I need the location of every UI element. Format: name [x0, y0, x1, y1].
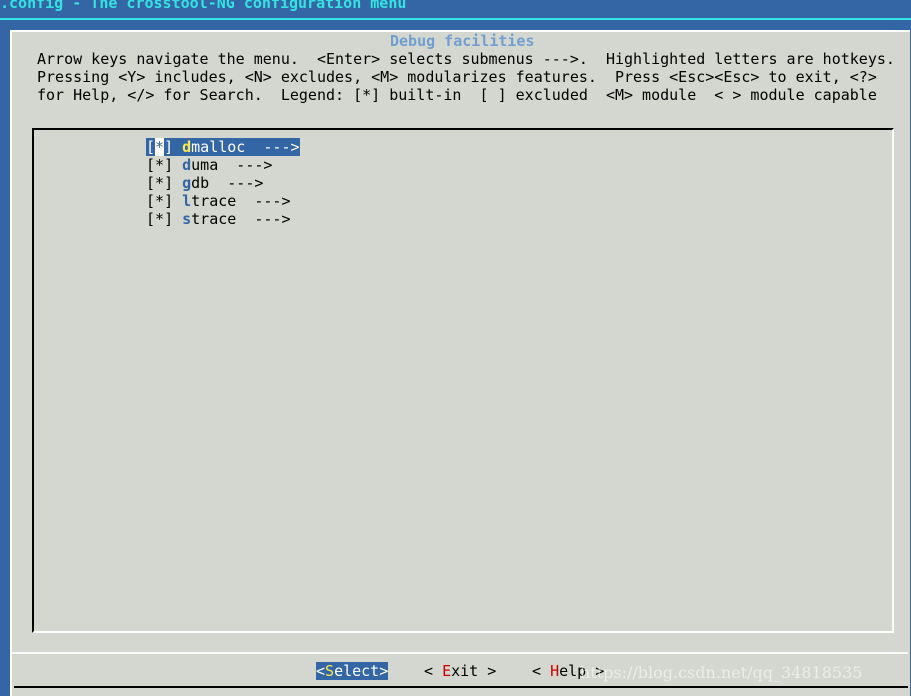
watermark: https://blog.csdn.net/qq_34818535: [580, 663, 863, 682]
select-button-rest: elect>: [334, 662, 389, 680]
menu-item-gdb[interactable]: [*] g db --->: [146, 174, 263, 192]
checkbox-open: [: [146, 156, 156, 174]
menu-item-label: db: [191, 174, 210, 192]
exit-button-rest: xit >: [451, 662, 497, 680]
help-text: Arrow keys navigate the menu. <Enter> se…: [37, 50, 895, 104]
menu-list: [*] d malloc ---> [*] d uma ---> [*] g db -…: [32, 128, 894, 633]
menu-item-duma[interactable]: [*] d uma --->: [146, 156, 272, 174]
hotkey-letter: s: [182, 210, 192, 228]
select-button[interactable]: <Select>: [316, 662, 389, 680]
select-hotkey: S: [325, 662, 335, 680]
dialog-bottom-border: [14, 686, 908, 688]
exit-button[interactable]: < Exit >: [424, 662, 496, 680]
submenu-arrow: --->: [236, 210, 291, 228]
hotkey-letter: g: [182, 174, 192, 192]
submenu-arrow: --->: [236, 192, 291, 210]
menu-item-label: uma: [191, 156, 219, 174]
checkbox-close: ]: [164, 138, 183, 156]
select-button-open: <: [316, 662, 326, 680]
checkbox-close: ]: [164, 174, 183, 192]
help-line-3: for Help, </> for Search. Legend: [*] bu…: [37, 86, 877, 104]
menu-item-ltrace[interactable]: [*] l trace --->: [146, 192, 291, 210]
hotkey-letter: l: [182, 192, 192, 210]
menu-item-label: trace: [191, 192, 237, 210]
help-hotkey: H: [550, 662, 560, 680]
exit-button-open: <: [424, 662, 443, 680]
title-underline: [0, 18, 911, 20]
dialog-debug-facilities: Debug facilities Arrow keys navigate the…: [10, 30, 910, 696]
checkbox-mark[interactable]: *: [155, 210, 164, 228]
help-line-2: Pressing <Y> includes, <N> excludes, <M>…: [37, 68, 877, 86]
help-button-open: <: [532, 662, 551, 680]
hotkey-letter: d: [182, 138, 192, 156]
exit-hotkey: E: [442, 662, 452, 680]
checkbox-close: ]: [164, 156, 183, 174]
checkbox-mark[interactable]: *: [155, 156, 164, 174]
checkbox-open: [: [146, 192, 156, 210]
checkbox-mark[interactable]: *: [155, 174, 164, 192]
menu-item-strace[interactable]: [*] s trace --->: [146, 210, 291, 228]
menu-item-dmalloc[interactable]: [*] d malloc --->: [146, 138, 300, 156]
checkbox-open: [: [146, 138, 156, 156]
submenu-arrow: --->: [245, 138, 300, 156]
dialog-title: Debug facilities: [388, 32, 537, 50]
checkbox-open: [: [146, 210, 156, 228]
button-separator: [12, 652, 908, 654]
checkbox-mark[interactable]: *: [155, 192, 164, 210]
checkbox-mark[interactable]: *: [155, 138, 165, 156]
window-title: .config - The crosstool-NG configuration…: [0, 0, 407, 12]
menu-item-label: trace: [191, 210, 237, 228]
submenu-arrow: --->: [218, 156, 273, 174]
help-line-1: Arrow keys navigate the menu. <Enter> se…: [37, 50, 895, 68]
submenu-arrow: --->: [209, 174, 264, 192]
menu-item-label: malloc: [191, 138, 246, 156]
hotkey-letter: d: [182, 156, 192, 174]
checkbox-close: ]: [164, 192, 183, 210]
checkbox-open: [: [146, 174, 156, 192]
checkbox-close: ]: [164, 210, 183, 228]
